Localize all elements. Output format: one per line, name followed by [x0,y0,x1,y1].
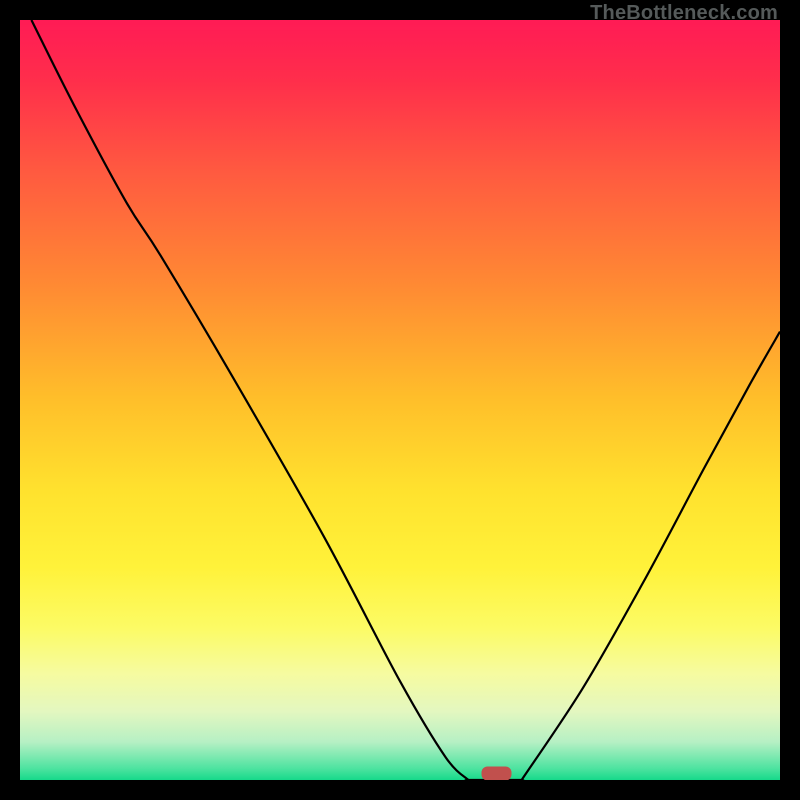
watermark-text: TheBottleneck.com [590,2,778,25]
gradient-background [20,20,780,780]
chart-frame: TheBottleneck.com [0,0,800,800]
chart-canvas [20,20,780,780]
plot-area [20,20,780,780]
minimum-marker [482,767,512,781]
